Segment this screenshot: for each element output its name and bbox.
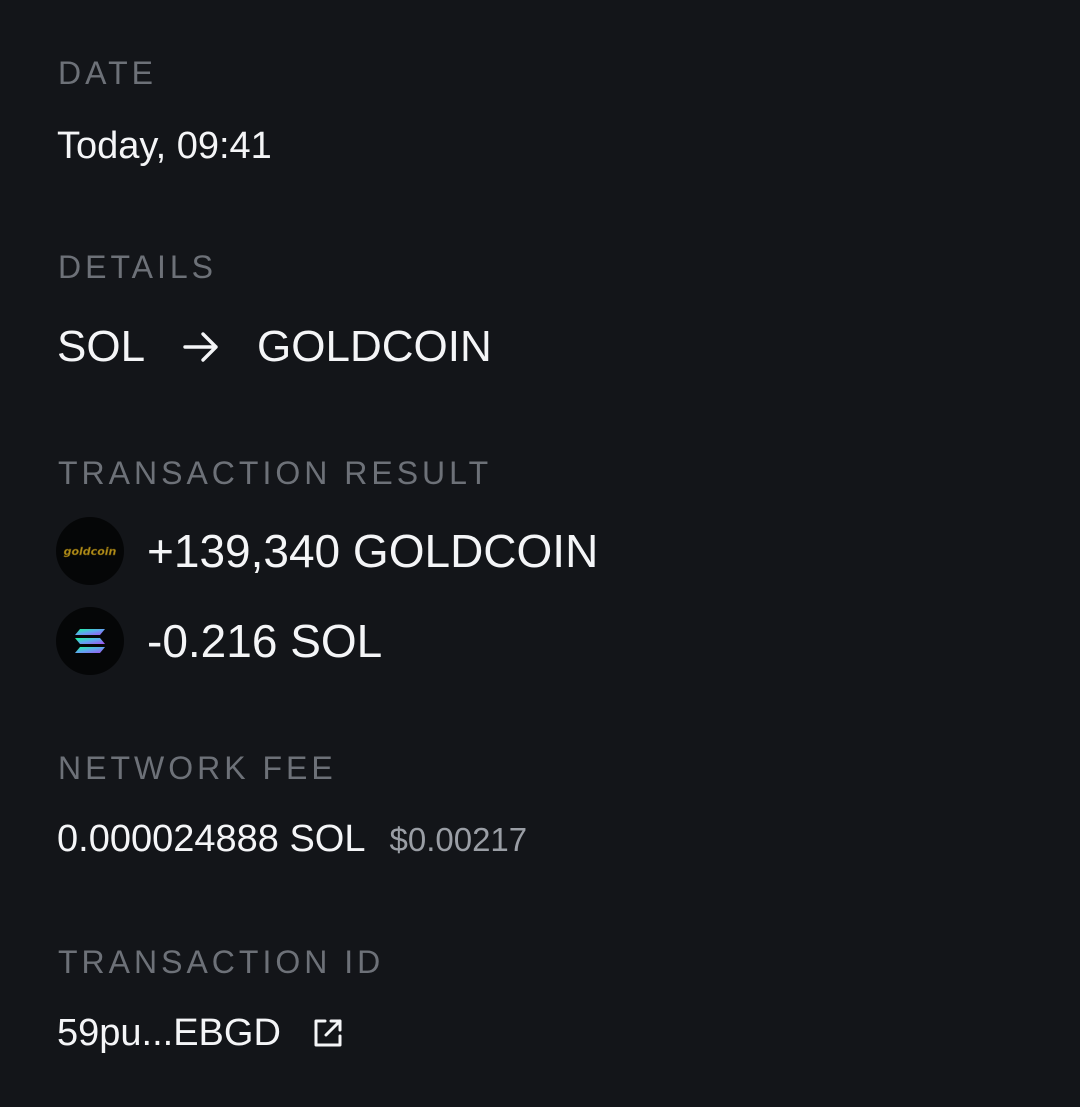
- from-token: SOL: [57, 322, 146, 371]
- network-fee-usd: $0.00217: [389, 821, 528, 858]
- result-goldcoin-amount: +139,340 GOLDCOIN: [147, 525, 599, 577]
- arrow-right-icon: [181, 327, 221, 367]
- date-label: DATE: [58, 55, 157, 91]
- swap-details: SOL GOLDCOIN: [57, 325, 492, 369]
- transaction-id-value[interactable]: 59pu...EBGD: [57, 1014, 281, 1052]
- solana-token-icon: [56, 607, 124, 675]
- transaction-result-label: TRANSACTION RESULT: [58, 455, 493, 491]
- result-row-goldcoin: goldcoin +139,340 GOLDCOIN: [56, 517, 598, 585]
- result-row-sol: -0.216 SOL: [56, 607, 382, 675]
- transaction-id-label: TRANSACTION ID: [58, 944, 385, 980]
- details-label: DETAILS: [58, 249, 217, 285]
- result-sol-amount: -0.216 SOL: [147, 615, 383, 667]
- svg-text:goldcoin: goldcoin: [64, 545, 117, 558]
- network-fee-label: NETWORK FEE: [58, 750, 337, 786]
- goldcoin-token-icon: goldcoin: [56, 517, 124, 585]
- to-token: GOLDCOIN: [257, 322, 492, 371]
- external-link-icon[interactable]: [311, 1016, 345, 1050]
- network-fee-value: 0.000024888 SOL $0.00217: [57, 820, 527, 858]
- transaction-id-row: 59pu...EBGD: [57, 1014, 345, 1052]
- date-value: Today, 09:41: [57, 125, 272, 167]
- network-fee-sol: 0.000024888 SOL: [57, 818, 366, 860]
